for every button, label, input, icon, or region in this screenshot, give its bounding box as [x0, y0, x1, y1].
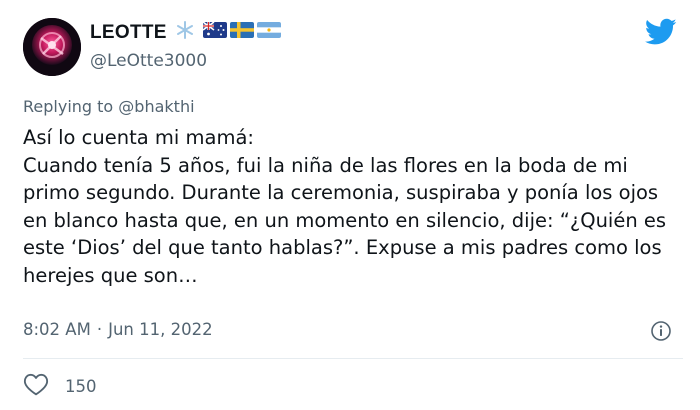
australia-flag-icon	[202, 21, 227, 44]
tweet-timestamp[interactable]: 8:02 AM · Jun 11, 2022	[23, 320, 213, 339]
author-name-row[interactable]: LEOTTE	[90, 20, 281, 46]
replying-prefix: Replying to	[23, 97, 114, 116]
heart-icon[interactable]	[23, 372, 49, 400]
avatar[interactable]	[23, 18, 81, 76]
sweden-flag-icon	[229, 22, 254, 44]
tweet-time[interactable]: 8:02 AM	[23, 320, 91, 339]
replying-to: Replying to @bhakthi	[23, 97, 195, 116]
author-handle[interactable]: @LeOtte3000	[90, 51, 207, 71]
snowflake-icon	[175, 20, 195, 46]
divider	[23, 358, 683, 359]
meta-separator: ·	[96, 320, 103, 339]
argentina-flag-icon	[256, 22, 281, 44]
tweet-card: LEOTTE @LeOtte3000 Replying to @bhakthi …	[0, 0, 700, 410]
tweet-date[interactable]: Jun 11, 2022	[108, 320, 213, 339]
like-button[interactable]: 150	[23, 372, 97, 400]
reply-target-link[interactable]: @bhakthi	[118, 97, 194, 116]
tweet-text: Así lo cuenta mi mamá: Cuando tenía 5 añ…	[23, 126, 667, 287]
author-name[interactable]: LEOTTE	[90, 22, 167, 44]
like-count: 150	[65, 376, 97, 396]
twitter-bird-icon[interactable]	[644, 18, 677, 46]
info-icon[interactable]	[650, 320, 672, 342]
